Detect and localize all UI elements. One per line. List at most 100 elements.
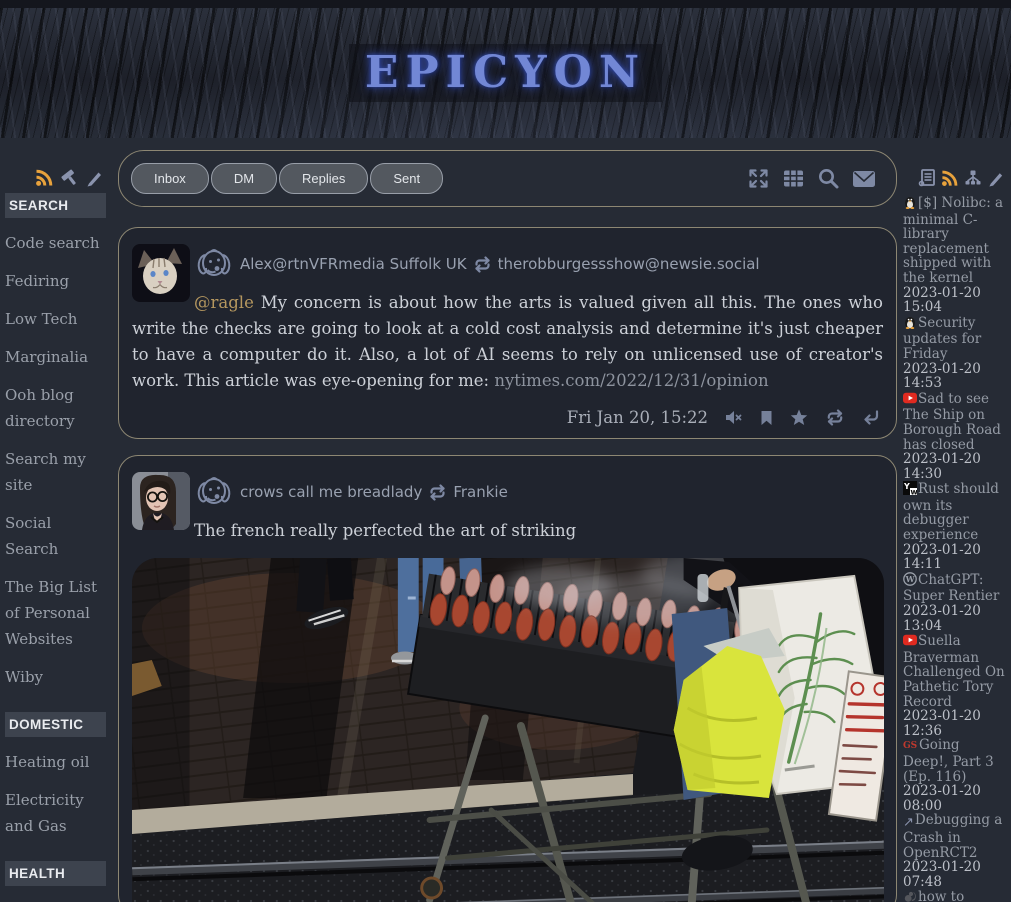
news-timestamp: 2023-01-20 08:00 bbox=[903, 784, 1007, 813]
news-title-link[interactable]: Security updates for Friday bbox=[903, 315, 1007, 362]
section-header-domestic: DOMESTIC bbox=[5, 712, 106, 737]
youtube-icon bbox=[903, 391, 917, 409]
post-author-handle[interactable]: Alex@rtnVFRmedia Suffolk UK bbox=[240, 255, 467, 273]
news-title-link[interactable]: [$] Nolibc: a minimal C-library replacem… bbox=[903, 195, 1007, 286]
timeline-header-icons bbox=[747, 167, 876, 190]
wp-icon: W bbox=[903, 572, 917, 590]
calendar-grid-icon[interactable] bbox=[782, 167, 805, 190]
top-bar bbox=[0, 0, 1011, 8]
mention-link[interactable]: @ragle bbox=[194, 293, 254, 312]
squirrel-icon bbox=[903, 889, 917, 902]
news-item: ↗Debugging a Crash in OpenRCT22023-01-20… bbox=[903, 813, 1007, 889]
arrow-icon: ↗ bbox=[903, 815, 914, 831]
post-footer: Fri Jan 20, 15:22 bbox=[132, 408, 883, 427]
edit-pen-icon[interactable] bbox=[987, 169, 1005, 187]
mute-icon[interactable] bbox=[725, 410, 743, 425]
sidebar-link[interactable]: The Big List of Personal Websites bbox=[5, 574, 106, 652]
sidebar-link[interactable]: Social Search bbox=[5, 510, 106, 562]
svg-text:W: W bbox=[905, 574, 916, 584]
timeline-header: Inbox DM Replies Sent bbox=[118, 150, 897, 207]
sidebar-link[interactable]: Low Tech bbox=[5, 306, 106, 332]
envelope-icon[interactable] bbox=[852, 169, 876, 189]
person-dog-icon bbox=[194, 244, 234, 284]
left-column: SEARCH Code search Fediring Low Tech Margina… bbox=[0, 150, 118, 902]
news-timestamp: 2023-01-20 12:36 bbox=[903, 709, 1007, 738]
avatar-breadlady[interactable] bbox=[132, 472, 190, 530]
left-sections: SEARCH Code search Fediring Low Tech Margina… bbox=[5, 193, 106, 902]
expand-icon[interactable] bbox=[747, 167, 770, 190]
news-timestamp: 2023-01-20 14:53 bbox=[903, 362, 1007, 391]
news-item: WChatGPT: Super Rentier2023-01-20 13:04 bbox=[903, 572, 1007, 633]
sidebar-link[interactable]: Heating oil bbox=[5, 749, 106, 775]
search-icon[interactable] bbox=[817, 167, 840, 190]
news-item: GSGoing Deep!, Part 3 (Ep. 116)2023-01-2… bbox=[903, 738, 1007, 813]
tab-dm[interactable]: DM bbox=[211, 163, 277, 194]
news-title-link[interactable]: YwRust should own its debugger experienc… bbox=[903, 481, 1007, 542]
content-area: SEARCH Code search Fediring Low Tech Margina… bbox=[0, 138, 1011, 902]
sidebar-link[interactable]: Marginalia bbox=[5, 344, 106, 370]
sidebar-link[interactable]: Code search bbox=[5, 230, 106, 256]
post-timestamp[interactable]: Fri Jan 20, 15:22 bbox=[567, 408, 708, 427]
tab-inbox[interactable]: Inbox bbox=[131, 163, 209, 194]
edit-links-hammer-icon[interactable] bbox=[59, 168, 80, 187]
news-item: how to completely own an airline in 3 bbox=[903, 889, 1007, 902]
news-title-link[interactable]: Sad to see The Ship on Borough Road has … bbox=[903, 391, 1007, 452]
sidebar-link[interactable]: Coronavirus statistics bbox=[5, 898, 106, 902]
news-timestamp: 2023-01-20 07:48 bbox=[903, 860, 1007, 889]
news-title-link[interactable]: how to completely own an airline in 3 bbox=[903, 889, 1007, 902]
post-text: @ragle My concern is about how the arts … bbox=[132, 290, 883, 394]
post: Alex@rtnVFRmedia Suffolk UK therobburges… bbox=[118, 227, 897, 439]
post-link[interactable]: nytimes.com/2022/12/31/opinion bbox=[494, 371, 768, 390]
sidebar-link[interactable]: Electricity and Gas bbox=[5, 787, 106, 839]
tab-sent[interactable]: Sent bbox=[370, 163, 443, 194]
bookmark-icon[interactable] bbox=[760, 410, 773, 426]
sidebar-link[interactable]: Ooh blog directory bbox=[5, 382, 106, 434]
sidebar-link[interactable]: Search my site bbox=[5, 446, 106, 498]
news-item: Suella Braverman Challenged On Pathetic … bbox=[903, 633, 1007, 738]
news-list-icon[interactable] bbox=[918, 168, 936, 187]
news-item: Sad to see The Ship on Borough Road has … bbox=[903, 391, 1007, 482]
avatar-cat[interactable] bbox=[132, 244, 190, 302]
timeline-column: Inbox DM Replies Sent bbox=[118, 150, 897, 902]
edit-pen-icon[interactable] bbox=[85, 168, 104, 187]
star-icon[interactable] bbox=[790, 409, 808, 426]
news-title-link[interactable]: WChatGPT: Super Rentier bbox=[903, 572, 1007, 604]
gs-icon: GS bbox=[903, 738, 918, 755]
site-title: EPICYON bbox=[349, 44, 662, 102]
section-header-health: HEALTH bbox=[5, 861, 106, 886]
post-image[interactable] bbox=[132, 558, 884, 902]
boost-icon bbox=[428, 484, 447, 501]
boost-icon bbox=[473, 256, 492, 273]
share-tree-icon[interactable] bbox=[964, 169, 982, 187]
post-author-handle[interactable]: crows call me breadlady bbox=[240, 483, 422, 501]
news-timestamp: 2023-01-20 14:30 bbox=[903, 452, 1007, 481]
news-title-link[interactable]: Suella Braverman Challenged On Pathetic … bbox=[903, 633, 1007, 709]
sidebar-link[interactable]: Fediring bbox=[5, 268, 106, 294]
yw-icon: Yw bbox=[903, 481, 917, 499]
tab-replies[interactable]: Replies bbox=[279, 163, 368, 194]
post-announcer-handle[interactable]: therobburgessshow@newsie.social bbox=[498, 255, 760, 273]
news-timestamp: 2023-01-20 14:11 bbox=[903, 543, 1007, 572]
rss-icon[interactable] bbox=[941, 169, 959, 187]
news-title-link[interactable]: ↗Debugging a Crash in OpenRCT2 bbox=[903, 813, 1007, 860]
post-text: The french really perfected the art of s… bbox=[132, 518, 883, 544]
repeat-icon[interactable] bbox=[825, 409, 845, 426]
tux-icon bbox=[903, 195, 917, 213]
svg-text:w: w bbox=[910, 488, 917, 496]
post-header: Alex@rtnVFRmedia Suffolk UK therobburges… bbox=[194, 242, 883, 286]
post: crows call me breadlady Frankie The fren… bbox=[118, 455, 897, 902]
rss-icon[interactable] bbox=[35, 168, 54, 187]
reply-icon[interactable] bbox=[862, 410, 879, 425]
timeline-tabs: Inbox DM Replies Sent bbox=[131, 163, 443, 194]
left-column-icons bbox=[5, 168, 104, 187]
svg-text:GS: GS bbox=[903, 741, 917, 751]
person-dog-icon bbox=[194, 472, 234, 512]
youtube-icon bbox=[903, 633, 917, 651]
section-header-search: SEARCH bbox=[5, 193, 106, 218]
news-item: [$] Nolibc: a minimal C-library replacem… bbox=[903, 195, 1007, 315]
sidebar-link[interactable]: Wiby bbox=[5, 664, 106, 690]
post-announcer-handle[interactable]: Frankie bbox=[453, 483, 508, 501]
news-title-link[interactable]: GSGoing Deep!, Part 3 (Ep. 116) bbox=[903, 738, 1007, 784]
epicyon-page: EPICYON SEARCH Code search Fediring Low Tec… bbox=[0, 0, 1011, 902]
post-header: crows call me breadlady Frankie bbox=[194, 470, 883, 514]
